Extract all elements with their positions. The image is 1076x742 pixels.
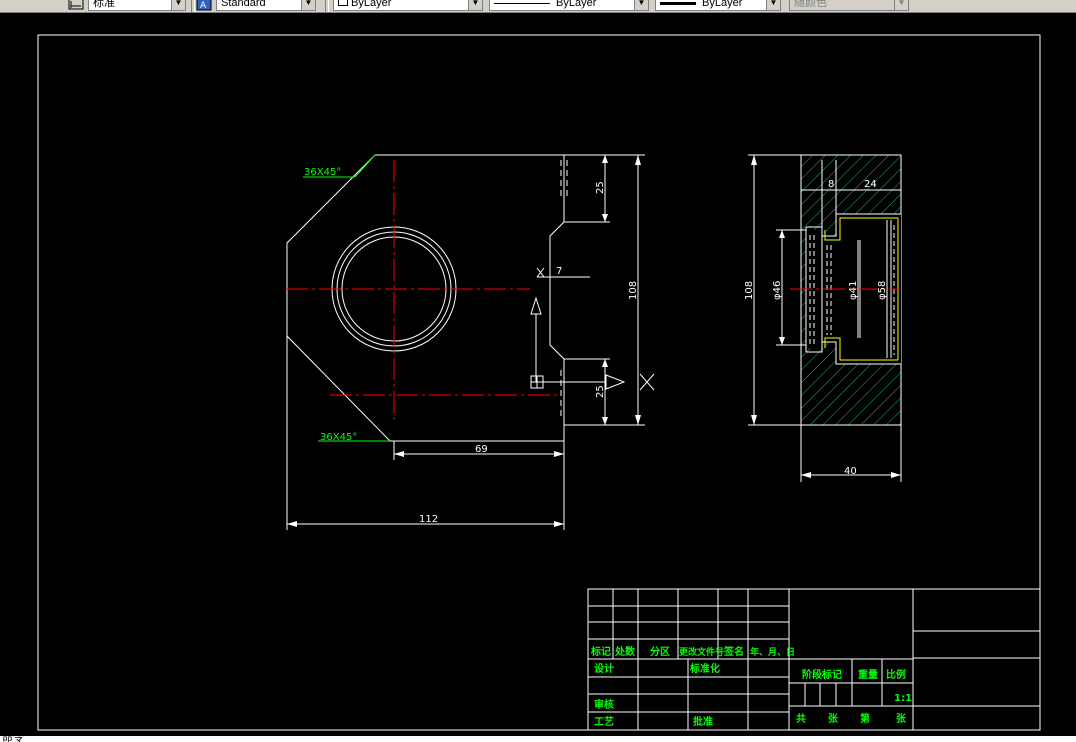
tb-process: 工艺 <box>594 715 614 728</box>
tb-design: 设计 <box>594 662 614 675</box>
dimension-style-icon[interactable] <box>68 0 84 10</box>
dim-108-side: 108 <box>744 281 755 300</box>
chamfer-top-label: 36X45° <box>304 167 341 178</box>
datum-arrow-up <box>530 296 542 315</box>
title-block <box>587 588 1041 731</box>
tb-scale-value: 1:1 <box>894 693 912 704</box>
properties-toolbar: 标准 ▼ A Standard ▼ ByLayer ▼ ByLayer ▼ By… <box>0 0 1076 13</box>
color-control-value: ByLayer <box>351 0 392 9</box>
color-control-select[interactable]: ByLayer ▼ <box>333 0 483 11</box>
dim-25-top: 25 <box>595 181 606 194</box>
chevron-down-icon[interactable]: ▼ <box>894 0 908 10</box>
dim-108-front: 108 <box>628 281 639 300</box>
tb-page: 第 <box>860 712 870 725</box>
dim-112: 112 <box>419 514 438 525</box>
center-lines-front <box>286 160 560 420</box>
tb-sign: 签名 <box>723 645 744 658</box>
chevron-down-icon[interactable]: ▼ <box>301 0 315 10</box>
tb-standardize: 标准化 <box>689 662 720 675</box>
lineweight-select[interactable]: ByLayer ▼ <box>655 0 781 11</box>
dim-58: φ58 <box>877 281 888 300</box>
dim-41: φ41 <box>848 281 859 300</box>
front-outline-left <box>286 154 564 442</box>
side-view <box>748 154 902 482</box>
tb-review: 审核 <box>594 698 614 711</box>
dimension-arrows <box>287 155 641 527</box>
chevron-down-icon[interactable]: ▼ <box>468 0 482 10</box>
dim-24: 24 <box>864 179 877 190</box>
text-style-select[interactable]: Standard ▼ <box>216 0 316 11</box>
dim-8: 8 <box>828 179 834 190</box>
dim-7: 7 <box>556 266 562 277</box>
chamfer-bottom-label: 36X45° <box>320 432 357 443</box>
tb-approve: 批准 <box>693 715 713 728</box>
chevron-down-icon[interactable]: ▼ <box>766 0 780 10</box>
dimension-style-value: 标准 <box>93 0 115 9</box>
lineweight-preview <box>660 1 696 5</box>
command-line-text: 命令 <box>2 736 24 742</box>
tb-change-doc: 更改文件号 <box>679 646 724 658</box>
drawing-canvas[interactable]: 36X45° 36X45° 25 7 108 25 69 112 8 24 10… <box>0 13 1076 736</box>
svg-text:A: A <box>200 1 207 11</box>
linetype-value: ByLayer <box>556 0 597 9</box>
toolbar-separator <box>191 0 195 12</box>
tb-sheet1: 张 <box>828 712 839 725</box>
dimension-style-select[interactable]: 标准 ▼ <box>88 0 186 11</box>
tb-date: 年、月、日 <box>750 646 795 658</box>
tb-stage-mark: 阶段标记 <box>802 668 842 681</box>
chevron-down-icon[interactable]: ▼ <box>171 0 185 10</box>
front-outline-right <box>375 154 565 425</box>
dim-40: 40 <box>844 466 857 477</box>
datum-arrow-right <box>605 374 626 390</box>
tb-total: 共 <box>796 712 806 725</box>
dim-46: φ46 <box>772 281 783 300</box>
tb-mark: 标记 <box>590 645 611 658</box>
text-style-value: Standard <box>221 0 266 9</box>
tb-sheet2: 张 <box>896 712 907 725</box>
dim-25-bottom: 25 <box>595 385 606 398</box>
text-style-icon[interactable]: A <box>196 0 212 11</box>
linetype-select[interactable]: ByLayer ▼ <box>489 0 649 11</box>
color-swatch <box>338 0 348 6</box>
tb-scale: 比例 <box>886 668 906 681</box>
dim-69: 69 <box>475 444 488 455</box>
lineweight-value: ByLayer <box>702 0 743 9</box>
front-view <box>286 154 655 530</box>
linetype-preview <box>494 2 550 4</box>
chevron-down-icon[interactable]: ▼ <box>634 0 648 10</box>
tb-weight: 重量 <box>858 668 878 681</box>
tb-zone: 分区 <box>650 645 670 658</box>
tb-qty: 处数 <box>614 645 636 658</box>
toolbar-separator <box>325 0 329 12</box>
plot-style-value: 随颜色 <box>794 0 827 9</box>
plot-style-select[interactable]: 随颜色 ▼ <box>789 0 909 11</box>
chamfer-leaders <box>303 154 390 442</box>
command-line[interactable]: 命令 <box>0 736 1076 742</box>
